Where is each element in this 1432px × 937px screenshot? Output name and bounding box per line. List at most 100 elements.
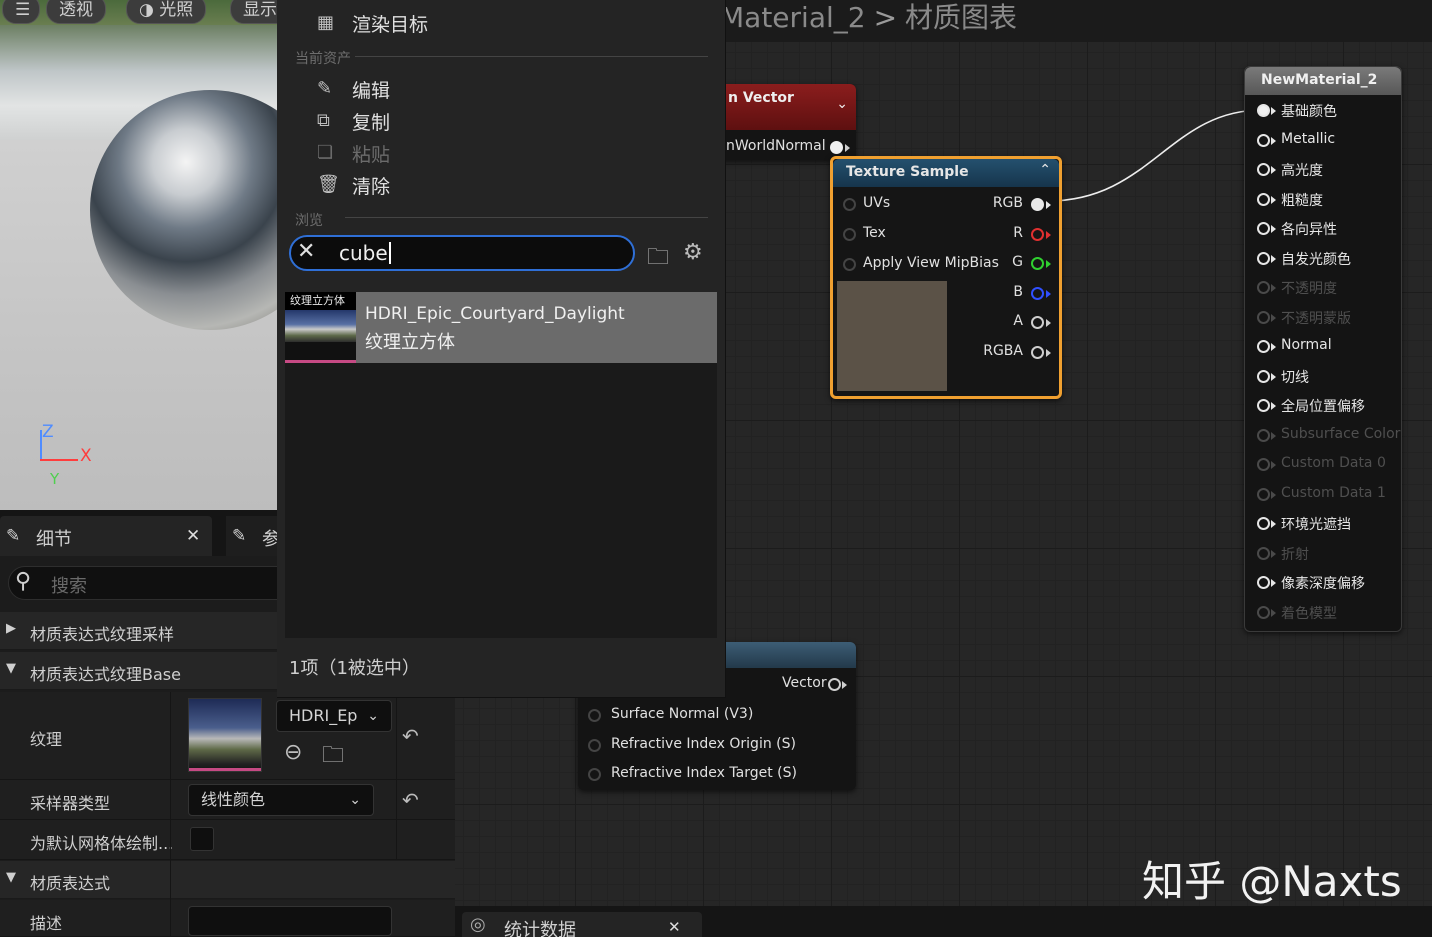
vector-node-title: n Vector — [728, 90, 794, 106]
description-field[interactable] — [188, 906, 392, 936]
chevron-down-icon[interactable]: ⌄ — [836, 96, 848, 112]
pin-icon[interactable] — [1257, 546, 1270, 560]
vector-transform-input[interactable]: Refractive Index Origin (S) — [588, 736, 848, 758]
show-button[interactable]: 显示 — [230, 0, 277, 24]
pin-icon[interactable] — [1257, 428, 1270, 442]
material-input-pin[interactable]: Subsurface Color — [1257, 425, 1401, 448]
viewport-menu-button[interactable]: ☰ — [2, 0, 40, 24]
texture-asset-value: HDRI_Ep — [289, 706, 358, 725]
pin-icon[interactable] — [843, 228, 856, 241]
pin-icon[interactable] — [1257, 340, 1270, 353]
material-input-pin[interactable]: 不透明度 — [1257, 278, 1397, 300]
browse-asset-icon[interactable]: 🗀 — [322, 738, 344, 776]
vector-transform-input[interactable]: Surface Normal (V3) — [588, 706, 848, 728]
asset-type: 纹理立方体 — [365, 332, 455, 353]
material-input-pin[interactable]: Metallic — [1257, 131, 1397, 153]
texture-output-pin[interactable]: RGBA — [953, 343, 1053, 365]
sampler-type-combo[interactable]: 线性颜色 ⌄ — [188, 784, 374, 816]
texture-output-pin[interactable]: R — [953, 225, 1053, 247]
pin-arrow-icon — [1046, 348, 1051, 357]
pin-icon[interactable] — [588, 768, 601, 781]
section-expression[interactable]: ▼ 材质表达式 — [0, 861, 455, 899]
chevron-up-icon[interactable]: ⌃ — [1039, 162, 1051, 178]
pin-icon[interactable] — [1257, 251, 1270, 265]
pin-icon[interactable] — [828, 678, 841, 691]
material-result-node[interactable]: NewMaterial_2 基础颜色 Metallic 高光度 粗糙度 各向异性 自发光颜… — [1244, 66, 1402, 632]
material-input-pin[interactable]: 环境光遮挡 — [1257, 514, 1397, 536]
pin-icon[interactable] — [1031, 345, 1044, 359]
material-input-label: Metallic — [1281, 130, 1336, 147]
pin-icon[interactable] — [1257, 192, 1270, 206]
vector-transform-input[interactable]: Refractive Index Target (S) — [588, 765, 848, 787]
material-input-pin[interactable]: 高光度 — [1257, 160, 1397, 182]
lighting-button[interactable]: ◑ 光照 — [126, 0, 207, 24]
pin-icon[interactable] — [1257, 222, 1270, 235]
material-input-pin[interactable]: 着色模型 — [1257, 603, 1397, 625]
material-input-pin[interactable]: 全局位置偏移 — [1257, 396, 1397, 418]
pin-icon[interactable] — [1257, 517, 1270, 530]
pin-icon[interactable] — [1257, 576, 1270, 589]
tab-details[interactable]: ✎ 细节 ✕ — [0, 516, 212, 556]
pin-icon[interactable] — [1257, 281, 1270, 294]
pin-icon[interactable] — [843, 258, 856, 271]
lighting-icon: ◑ — [139, 0, 160, 20]
texture-asset-combo[interactable]: HDRI_Ep ⌄ — [276, 700, 392, 732]
texture-output-pin[interactable]: G — [953, 254, 1053, 276]
connection-wire[interactable] — [1047, 109, 1263, 202]
material-input-label: 切线 — [1281, 369, 1309, 386]
text-caret — [388, 242, 391, 264]
pin-icon[interactable] — [588, 738, 601, 752]
material-input-label: Subsurface Color — [1281, 425, 1401, 442]
clear-search-icon[interactable]: ✕ — [297, 239, 315, 264]
texture-sample-node[interactable]: Texture Sample ⌃ UVs Tex Apply View MipBia… — [830, 156, 1062, 399]
pin-icon[interactable] — [830, 141, 843, 154]
details-search-input[interactable]: ⚲ 搜索 — [8, 566, 298, 600]
pin-icon[interactable] — [1257, 133, 1270, 147]
pin-icon[interactable] — [1031, 198, 1044, 211]
close-icon[interactable]: ✕ — [186, 526, 200, 546]
gear-icon[interactable]: ⚙ — [683, 240, 703, 265]
material-input-pin[interactable]: 不透明蒙版 — [1257, 308, 1397, 330]
material-input-pin[interactable]: 粗糙度 — [1257, 190, 1397, 212]
pin-icon[interactable] — [843, 198, 856, 211]
tab-stats[interactable]: ◎ 统计数据 ✕ — [462, 912, 702, 937]
reset-icon[interactable]: ↶ — [402, 788, 419, 812]
texture-output-pin[interactable]: B — [953, 284, 1053, 306]
folder-icon[interactable]: 🗀 — [647, 240, 669, 278]
pin-icon[interactable] — [1257, 163, 1270, 176]
pin-icon[interactable] — [1257, 399, 1270, 412]
vector-transform-output[interactable]: Vector — [778, 675, 856, 697]
pin-icon[interactable] — [1257, 605, 1270, 619]
use-selected-icon[interactable]: ⊖ — [284, 740, 302, 765]
material-input-pin[interactable]: 折射 — [1257, 544, 1397, 566]
material-input-pin[interactable]: Custom Data 1 — [1257, 485, 1397, 507]
material-input-pin[interactable]: 基础颜色 — [1257, 101, 1397, 123]
material-input-pin[interactable]: 像素深度偏移 — [1257, 573, 1397, 595]
pin-icon[interactable] — [588, 709, 601, 722]
default-mesh-checkbox[interactable] — [190, 827, 214, 851]
pin-icon[interactable] — [1257, 458, 1270, 471]
pin-icon[interactable] — [1031, 257, 1044, 270]
pin-icon[interactable] — [1031, 286, 1044, 300]
material-input-pin[interactable]: 自发光颜色 — [1257, 249, 1397, 271]
reset-icon[interactable]: ↶ — [402, 724, 419, 748]
asset-result-row[interactable]: 纹理立方体 HDRI_Epic_Courtyard_Daylight 纹理立方体 — [285, 292, 717, 363]
texture-thumbnail[interactable] — [188, 698, 262, 772]
close-icon[interactable]: ✕ — [668, 918, 681, 936]
pin-icon[interactable] — [1257, 487, 1270, 501]
texture-output-pin[interactable]: A — [953, 313, 1053, 335]
material-input-pin[interactable]: 各向异性 — [1257, 219, 1397, 241]
perspective-button[interactable]: 透视 — [46, 0, 106, 24]
texture-output-pin[interactable]: RGB — [953, 195, 1053, 217]
material-input-pin[interactable]: Custom Data 0 — [1257, 455, 1397, 477]
pin-icon[interactable] — [1257, 104, 1270, 117]
pin-icon[interactable] — [1257, 310, 1270, 324]
vector-transform-output-label: Vector — [782, 675, 827, 691]
pin-icon[interactable] — [1257, 369, 1270, 383]
material-input-pin[interactable]: 切线 — [1257, 367, 1397, 389]
preview-viewport[interactable]: ☰ 透视 ◑ 光照 显示 Z X Y — [0, 0, 277, 510]
pin-icon[interactable] — [1031, 316, 1044, 329]
asset-search-input[interactable]: ✕ cube — [289, 235, 635, 271]
pin-icon[interactable] — [1031, 227, 1044, 241]
material-input-pin[interactable]: Normal — [1257, 337, 1397, 359]
